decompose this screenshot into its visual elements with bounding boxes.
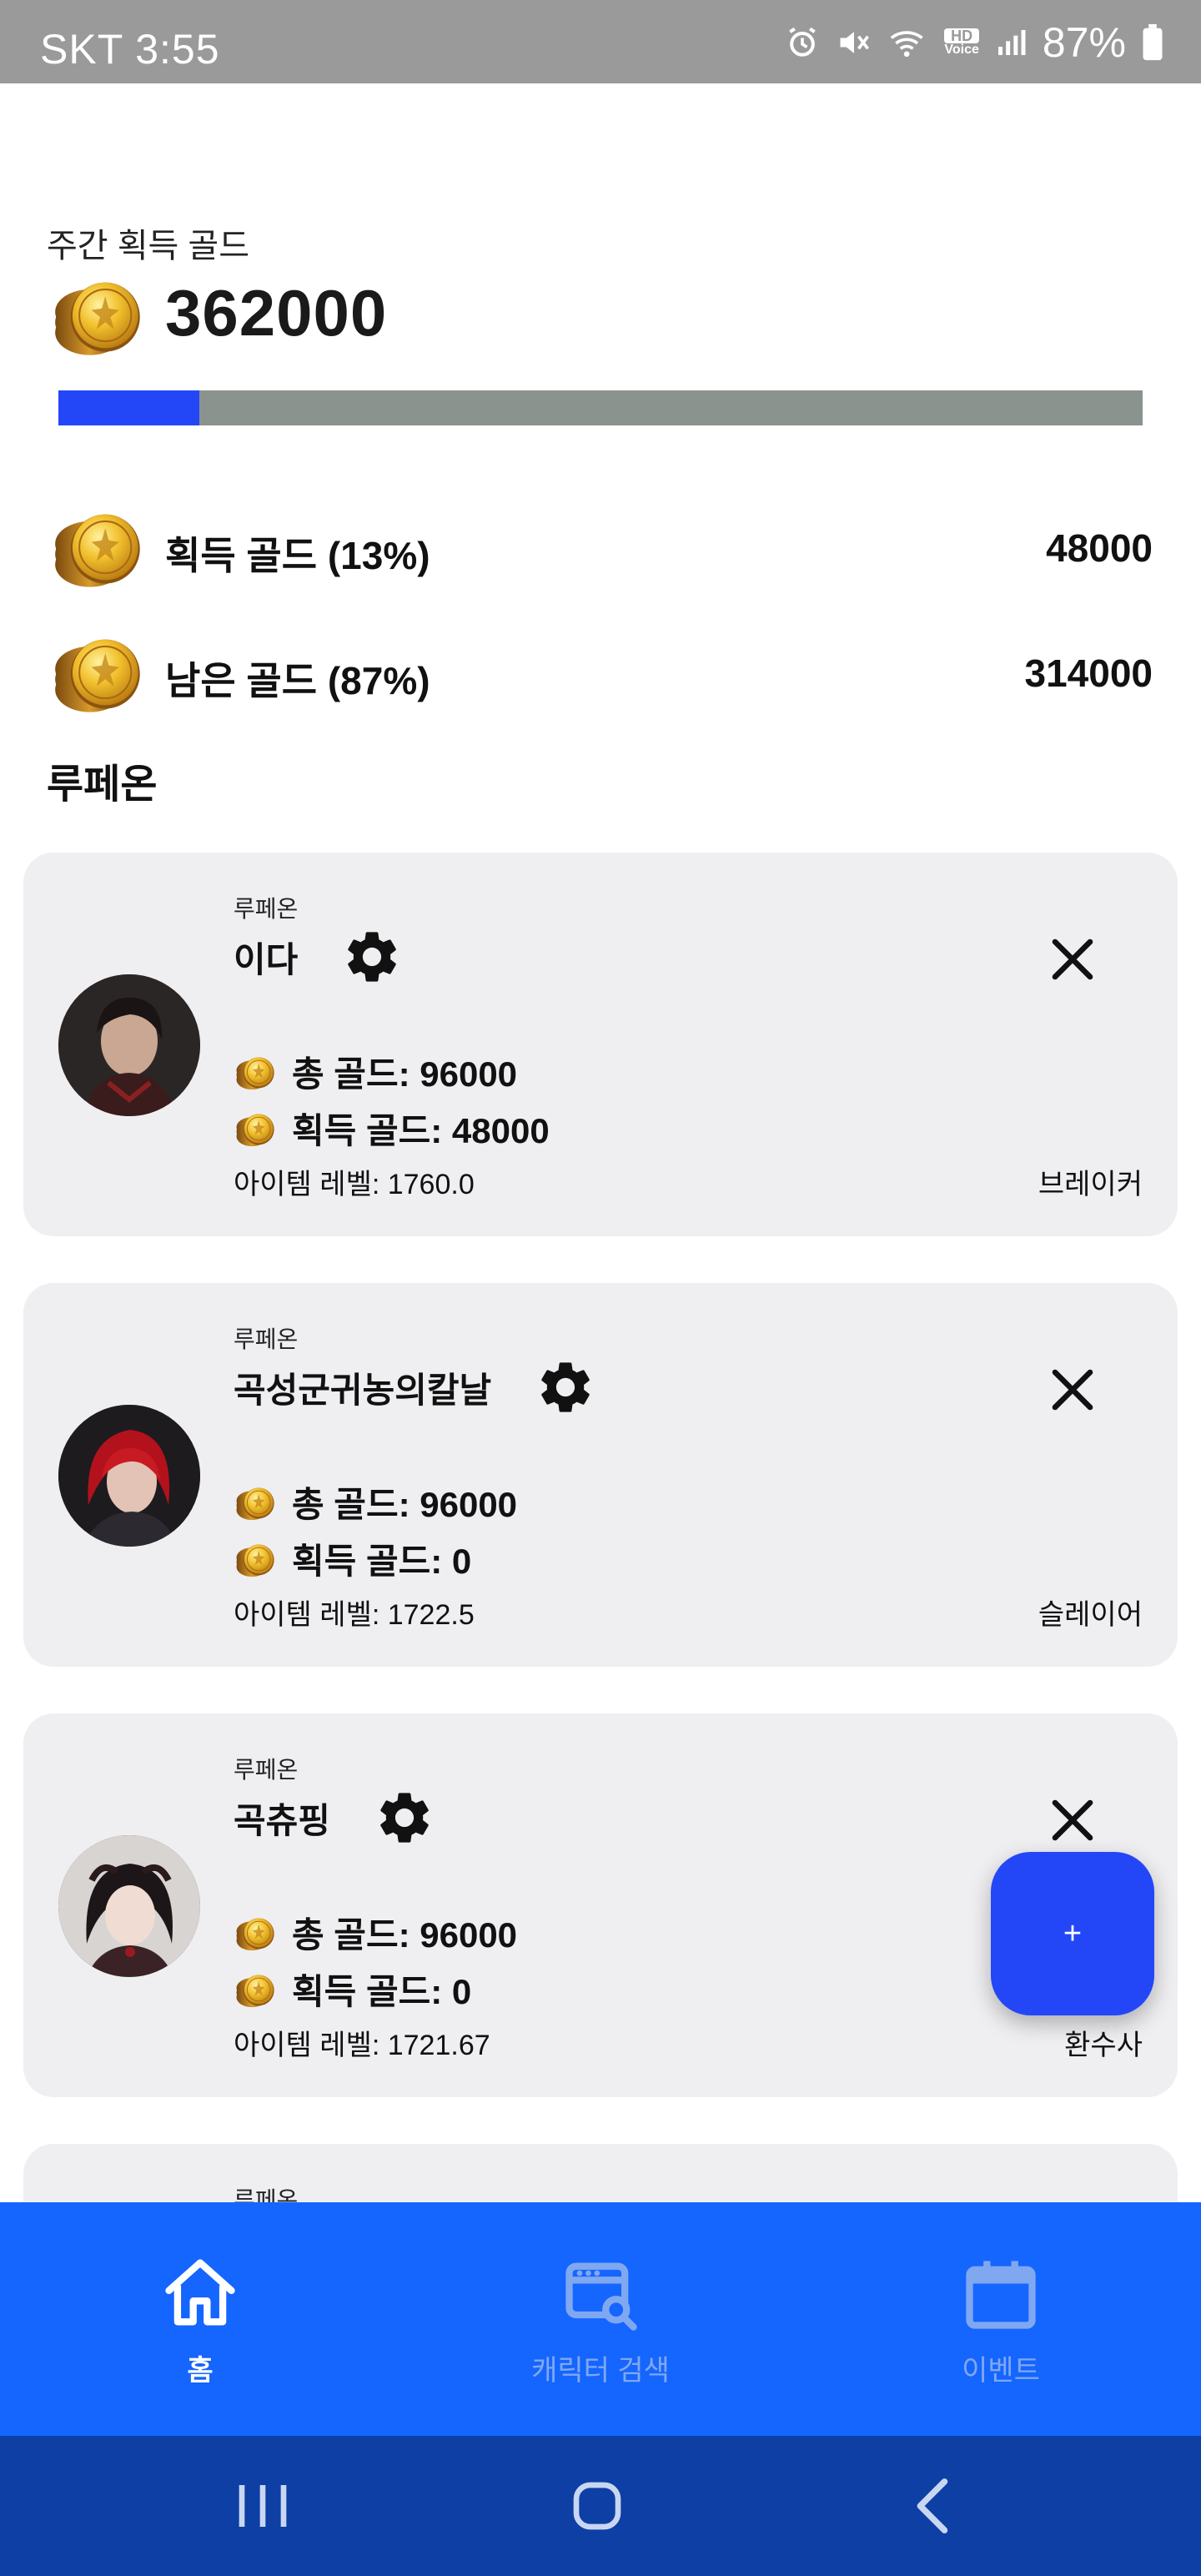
close-icon[interactable]	[1043, 929, 1103, 989]
nav-character-search-label: 캐릭터 검색	[531, 2355, 670, 2387]
remaining-gold-label: 남은 골드 (87%)	[165, 659, 430, 702]
remaining-gold-value: 314000	[1024, 652, 1153, 695]
weekly-gold-label: 주간 획득 골드	[47, 228, 250, 264]
item-level: 아이템 레벨: 1721.67	[234, 2030, 490, 2061]
earned-gold-value: 48000	[1046, 526, 1153, 570]
gold-coin-icon	[52, 629, 147, 716]
weekly-gold-progress	[58, 390, 1143, 425]
status-icons: HD Voice 87%	[784, 19, 1164, 66]
hd-voice-icon: HD Voice	[944, 28, 979, 57]
nav-character-search[interactable]: 캐릭터 검색	[400, 2202, 801, 2436]
progress-fill	[58, 390, 199, 425]
close-icon[interactable]	[1043, 1790, 1103, 1850]
server-section-title: 루페온	[47, 762, 158, 807]
nav-home[interactable]: 홈	[0, 2202, 400, 2436]
back-icon[interactable]	[892, 2464, 976, 2548]
gear-icon[interactable]	[374, 1787, 435, 1849]
gold-coin-icon	[234, 1914, 279, 1952]
recent-apps-icon[interactable]	[221, 2464, 304, 2548]
hd-voice-bottom: Voice	[944, 43, 979, 57]
gear-icon[interactable]	[535, 1356, 596, 1418]
character-class: 환수사	[1064, 2030, 1143, 2061]
wifi-icon	[891, 31, 924, 58]
character-class: 슬레이어	[1038, 1599, 1143, 1631]
gold-coin-icon	[52, 272, 147, 359]
alarm-icon	[789, 27, 817, 57]
bottom-navigation: 홈 캐릭터 검색 이벤트	[0, 2202, 1201, 2436]
item-level: 아이템 레벨: 1722.5	[234, 1599, 475, 1631]
calendar-icon	[966, 2261, 1036, 2329]
home-button-icon[interactable]	[555, 2464, 639, 2548]
server-name: 루페온	[234, 1757, 299, 1783]
gold-coin-icon	[234, 1109, 279, 1148]
gear-icon[interactable]	[341, 926, 403, 988]
character-card[interactable]: 루페온 이다 총 골드: 96000 획득 골드: 48000 아이템 레벨: …	[23, 853, 1178, 1236]
total-gold: 총 골드: 96000	[292, 1054, 518, 1094]
gold-coin-icon	[234, 1970, 279, 2009]
avatar	[58, 1835, 200, 1977]
earned-gold: 획득 골드: 0	[292, 1542, 472, 1581]
mute-icon	[840, 32, 870, 53]
character-name: 곡성군귀농의칼날	[234, 1370, 492, 1410]
battery-icon	[1143, 23, 1163, 61]
avatar	[58, 974, 200, 1116]
gold-coin-icon	[234, 1053, 279, 1091]
server-name: 루페온	[234, 896, 299, 922]
character-name: 이다	[234, 939, 299, 979]
avatar	[58, 1405, 200, 1547]
nav-home-label: 홈	[187, 2355, 214, 2387]
character-name: 곡츄핑	[234, 1800, 330, 1840]
gold-coin-icon	[234, 1483, 279, 1522]
status-bar: SKT 3:55 HD Voice 87%	[0, 0, 1201, 83]
system-navigation-bar	[0, 2436, 1201, 2576]
close-icon[interactable]	[1043, 1360, 1103, 1420]
home-icon	[165, 2259, 235, 2326]
weekly-total-gold: 362000	[165, 276, 388, 350]
earned-gold-label: 획득 골드 (13%)	[165, 534, 430, 577]
add-character-button[interactable]: +	[991, 1852, 1154, 2015]
character-card[interactable]: 루페온 곡성군귀농의칼날 총 골드: 96000 획득 골드: 0 아이템 레벨…	[23, 1283, 1178, 1667]
total-gold: 총 골드: 96000	[292, 1915, 518, 1955]
gold-coin-icon	[52, 504, 147, 591]
character-search-icon	[565, 2262, 637, 2331]
earned-gold: 획득 골드: 0	[292, 1972, 472, 2011]
battery-percent: 87%	[1042, 19, 1126, 66]
signal-icon	[997, 30, 1026, 55]
total-gold: 총 골드: 96000	[292, 1485, 518, 1524]
earned-gold: 획득 골드: 48000	[292, 1111, 550, 1150]
server-name: 루페온	[234, 1326, 299, 1352]
hd-voice-top: HD	[944, 28, 979, 43]
gold-coin-icon	[234, 1540, 279, 1578]
character-class: 브레이커	[1038, 1169, 1143, 1200]
nav-event-label: 이벤트	[962, 2355, 1040, 2387]
item-level: 아이템 레벨: 1760.0	[234, 1169, 475, 1200]
status-time: SKT 3:55	[40, 26, 220, 73]
nav-event[interactable]: 이벤트	[801, 2202, 1201, 2436]
